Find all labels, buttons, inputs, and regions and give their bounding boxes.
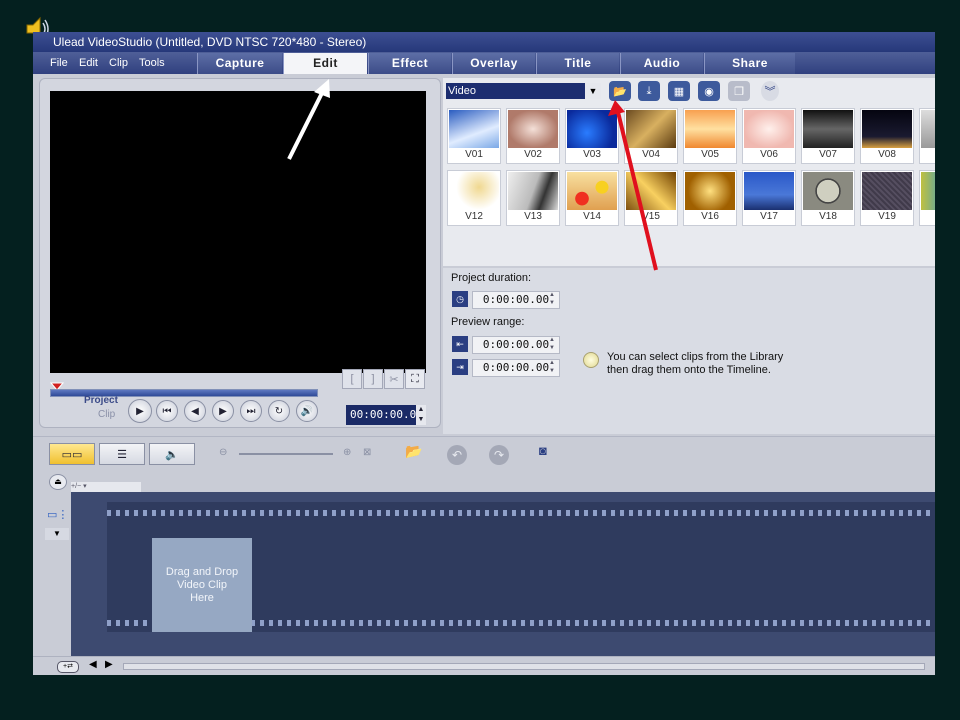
annotation-arrows <box>287 79 658 271</box>
red-arrow <box>608 100 658 271</box>
white-arrow <box>287 79 330 160</box>
